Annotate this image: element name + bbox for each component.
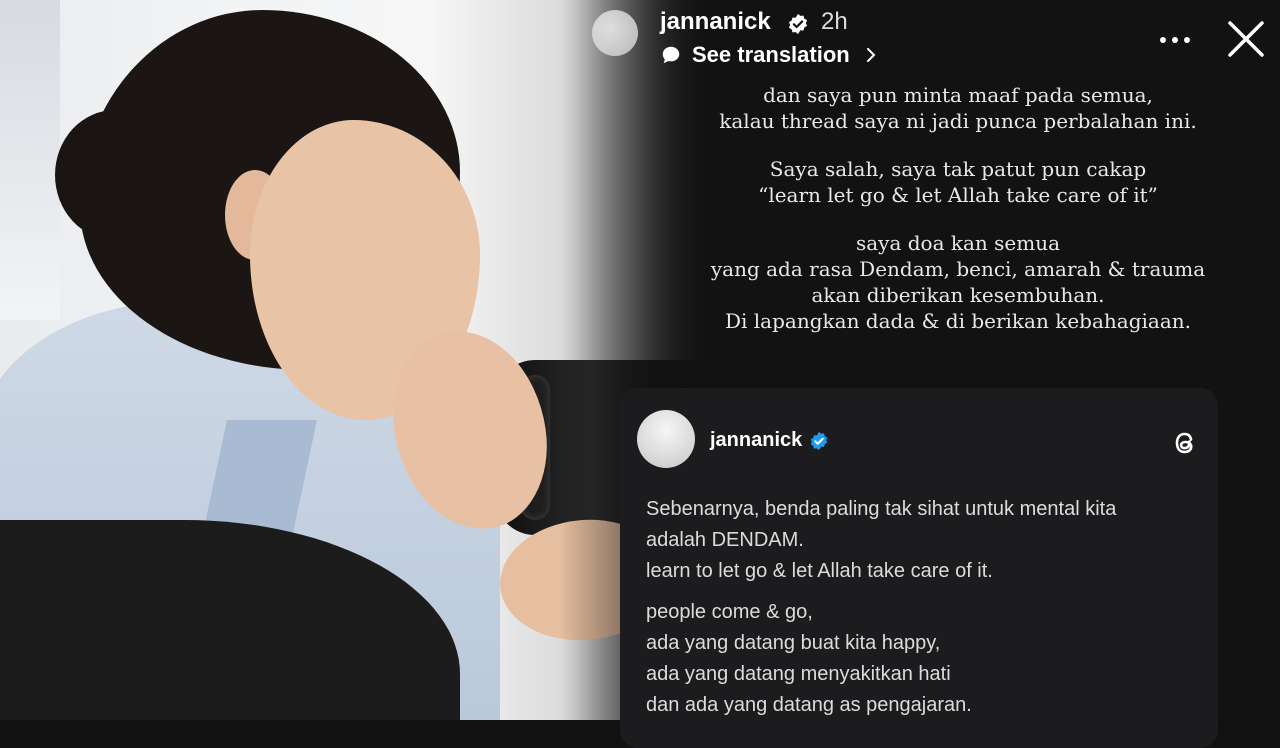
verified-badge-icon — [788, 13, 808, 35]
window-light — [0, 0, 60, 320]
caption-line: dan saya pun minta maaf pada semua, — [763, 83, 1153, 107]
threads-post-text: Sebenarnya, benda paling tak sihat untuk… — [646, 494, 1186, 731]
more-options-icon — [1160, 37, 1190, 43]
story-caption: dan saya pun minta maaf pada semua, kala… — [640, 82, 1276, 356]
post-line: dan ada yang datang as pengajaran. — [646, 694, 972, 716]
threads-logo-icon[interactable] — [1168, 426, 1202, 460]
threads-username[interactable]: jannanick — [710, 429, 802, 452]
story-panel: jannanick 2h See translation dan saya pu… — [592, 0, 1280, 748]
caption-line: Saya salah, saya tak patut pun cakap — [769, 157, 1147, 181]
translate-icon — [662, 46, 680, 64]
threads-post-card[interactable]: jannanick Sebenarnya, benda paling tak s… — [620, 388, 1218, 748]
post-time: 2h — [821, 8, 848, 35]
close-icon — [1228, 21, 1264, 57]
threads-avatar[interactable] — [637, 410, 695, 468]
caption-line: yang ada rasa Dendam, benci, amarah & tr… — [710, 257, 1206, 281]
post-line: learn to let go & let Allah take care of… — [646, 560, 993, 582]
verified-badge-icon — [810, 431, 828, 451]
caption-paragraph: saya doa kan semua yang ada rasa Dendam,… — [640, 230, 1276, 334]
text-block: Sebenarnya, benda paling tak sihat untuk… — [646, 494, 1186, 587]
chevron-right-icon — [866, 48, 876, 62]
text-block: people come & go, ada yang datang buat k… — [646, 597, 1186, 721]
caption-line: Di lapangkan dada & di berikan kebahagia… — [725, 309, 1191, 333]
post-line: people come & go, — [646, 601, 813, 623]
post-line: ada yang datang buat kita happy, — [646, 632, 941, 654]
post-line: Sebenarnya, benda paling tak sihat untuk… — [646, 498, 1117, 520]
see-translation-button[interactable]: See translation — [660, 40, 878, 70]
more-options-button[interactable] — [1155, 20, 1195, 60]
caption-paragraph: Saya salah, saya tak patut pun cakap “le… — [640, 156, 1276, 208]
post-line: adalah DENDAM. — [646, 529, 804, 551]
background-photo — [0, 0, 720, 720]
story-avatar[interactable] — [592, 10, 638, 56]
caption-line: “learn let go & let Allah take care of i… — [758, 183, 1158, 207]
story-username[interactable]: jannanick — [660, 8, 771, 36]
story-header: jannanick 2h See translation — [592, 0, 1280, 80]
close-button[interactable] — [1222, 15, 1270, 63]
caption-line: akan diberikan kesembuhan. — [811, 283, 1105, 307]
post-line: ada yang datang menyakitkan hati — [646, 663, 951, 685]
caption-line: saya doa kan semua — [855, 231, 1061, 255]
see-translation-label: See translation — [692, 42, 850, 67]
caption-paragraph: dan saya pun minta maaf pada semua, kala… — [640, 82, 1276, 134]
caption-line: kalau thread saya ni jadi punca perbalah… — [719, 109, 1197, 133]
